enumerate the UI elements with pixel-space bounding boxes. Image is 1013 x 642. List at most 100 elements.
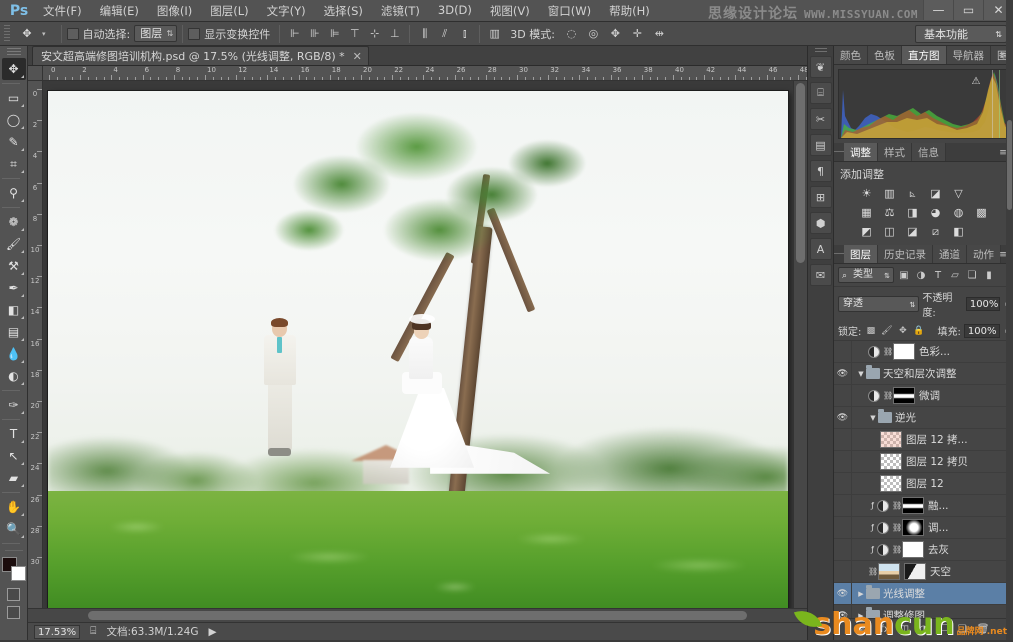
brush-presets-icon[interactable]: ❦ <box>809 56 832 78</box>
panel-tab-3[interactable]: 导航器 <box>946 46 991 64</box>
layers-scrollbar[interactable] <box>1006 0 1013 640</box>
align-bottom-icon[interactable]: ⊥ <box>385 24 404 43</box>
pen-tool-icon[interactable]: ✑ <box>2 394 26 416</box>
fx-icon[interactable]: ƒ <box>868 545 877 554</box>
paragraph-panel-icon[interactable]: ¶ <box>809 160 832 182</box>
link-mask-icon[interactable]: ⛓ <box>892 501 902 510</box>
histogram-warning-icon[interactable]: ⚠ <box>970 76 982 87</box>
spot-healing-brush-tool-icon[interactable]: ❁ <box>2 211 26 233</box>
lasso-tool-icon[interactable]: ◯ <box>2 109 26 131</box>
panel-tab-1[interactable]: 历史记录 <box>878 245 933 263</box>
brightness-contrast-icon[interactable]: ☀ <box>858 186 875 201</box>
fx-icon[interactable]: ƒ <box>868 501 877 510</box>
maximize-button[interactable]: ▭ <box>953 0 983 20</box>
3d-roll-icon[interactable]: ◎ <box>584 24 603 43</box>
auto-align-layers-icon[interactable]: ▥ <box>485 24 504 43</box>
panel-tab-0[interactable]: 图层 <box>844 245 878 263</box>
layer-filter-dropdown[interactable]: ⌕ 类型 ⇅ <box>838 267 894 283</box>
tools-panel-grip[interactable] <box>6 48 21 55</box>
panel-tab-0[interactable]: 调整 <box>844 143 878 161</box>
layer-row[interactable]: ⛓ 天空 <box>834 561 1013 583</box>
posterize-icon[interactable]: ◫ <box>881 224 898 239</box>
panel-tab-0[interactable]: 颜色 <box>834 46 868 64</box>
menu-item-10[interactable]: 帮助(H) <box>600 0 659 22</box>
rail-grip[interactable] <box>814 48 827 54</box>
path-selection-tool-icon[interactable]: ↖ <box>2 445 26 467</box>
close-icon[interactable]: ✕ <box>353 50 362 63</box>
chevron-down-icon[interactable]: ▼ <box>856 370 866 378</box>
layer-thumbnail[interactable] <box>893 387 915 404</box>
hue-saturation-icon[interactable]: ▦ <box>858 205 875 220</box>
link-mask-icon[interactable]: ⛓ <box>883 347 893 356</box>
filter-type-icon[interactable]: T <box>931 268 945 282</box>
align-left-icon[interactable]: ⊩ <box>285 24 304 43</box>
channel-mixer-icon[interactable]: ◍ <box>950 205 967 220</box>
link-mask-icon[interactable]: ⛓ <box>883 391 893 400</box>
panel-tab-2[interactable]: 直方图 <box>902 46 947 64</box>
menu-item-4[interactable]: 文字(Y) <box>258 0 315 22</box>
layer-thumbnail[interactable] <box>880 475 902 492</box>
menu-item-3[interactable]: 图层(L) <box>201 0 257 22</box>
menu-item-6[interactable]: 滤镜(T) <box>372 0 429 22</box>
filter-toggle-icon[interactable]: ▮ <box>982 268 996 282</box>
menu-item-7[interactable]: 3D(D) <box>429 0 481 22</box>
auto-select-scope-dropdown[interactable]: 图层 <box>134 25 178 42</box>
layer-visibility-icon[interactable] <box>834 561 852 582</box>
gradient-tool-icon[interactable]: ▤ <box>2 321 26 343</box>
histogram-graph[interactable]: ⚠ <box>838 69 1009 139</box>
layer-visibility-icon[interactable] <box>834 517 852 538</box>
status-menu-arrow-icon[interactable]: ▶ <box>208 626 216 638</box>
3d-rotate-icon[interactable]: ◌ <box>562 24 581 43</box>
auto-select-checkbox[interactable] <box>66 27 79 40</box>
layer-visibility-icon[interactable] <box>834 495 852 516</box>
layer-row[interactable]: ⛓ 色彩... <box>834 341 1013 363</box>
eraser-tool-icon[interactable]: ◧ <box>2 299 26 321</box>
3d-drag-icon[interactable]: ✥ <box>606 24 625 43</box>
panel-tab-grip[interactable] <box>834 143 844 161</box>
adjustments-mini-icon[interactable]: ✂ <box>809 108 832 130</box>
3d-slide-icon[interactable]: ✛ <box>628 24 647 43</box>
align-top-icon[interactable]: ⊤ <box>345 24 364 43</box>
color-swatches[interactable] <box>1 557 27 583</box>
layer-row[interactable]: 图层 12 拷... <box>834 429 1013 451</box>
layer-row[interactable]: 图层 12 <box>834 473 1013 495</box>
layer-visibility-icon[interactable] <box>834 473 852 494</box>
filter-pixel-icon[interactable]: ▣ <box>897 268 911 282</box>
filter-adjustment-icon[interactable]: ◑ <box>914 268 928 282</box>
horizontal-ruler[interactable]: 0 2 4 6 8 10 12 14 16 18 20 22 24 26 28 30 32 34 36 38 40 42 4… <box>43 66 807 81</box>
fill-field[interactable]: 100% <box>963 323 1001 338</box>
vibrance-icon[interactable]: ▽ <box>950 186 967 201</box>
menu-item-2[interactable]: 图像(I) <box>148 0 201 22</box>
brush-tool-icon[interactable]: 🖌 <box>2 233 26 255</box>
lock-all-icon[interactable]: 🔒 <box>912 324 925 337</box>
workspace-dropdown[interactable]: 基本功能 <box>915 25 1007 43</box>
layer-thumbnail[interactable] <box>880 431 902 448</box>
shape-tool-icon[interactable]: ▰ <box>2 467 26 489</box>
layer-thumbnail[interactable] <box>893 343 915 360</box>
dodge-tool-icon[interactable]: ◐ <box>2 365 26 387</box>
menu-item-5[interactable]: 选择(S) <box>315 0 372 22</box>
lock-transparency-icon[interactable]: ▩ <box>864 324 877 337</box>
panel-tab-2[interactable]: 信息 <box>912 143 946 161</box>
eyedropper-tool-icon[interactable]: ⚲ <box>2 182 26 204</box>
show-transform-checkbox[interactable] <box>188 27 201 40</box>
fx-icon[interactable]: ƒ <box>868 523 877 532</box>
align-right-icon[interactable]: ⊫ <box>325 24 344 43</box>
document-tab[interactable]: 安文超高端修图培训机构.psd @ 17.5% (光线调整, RGB/8) * … <box>32 46 369 65</box>
link-mask-icon[interactable]: ⛓ <box>892 523 902 532</box>
layer-thumbnail[interactable] <box>878 563 900 580</box>
distribute-bottom-icon[interactable]: ⫾ <box>455 24 474 43</box>
panel-tab-grip[interactable] <box>834 245 844 263</box>
filter-shape-icon[interactable]: ▱ <box>948 268 962 282</box>
invert-icon[interactable]: ◩ <box>858 224 875 239</box>
ruler-corner[interactable] <box>28 66 43 81</box>
zoom-tool-icon[interactable]: 🔍 <box>2 518 26 540</box>
gradient-map-icon[interactable]: ⧄ <box>927 224 944 239</box>
vertical-ruler[interactable]: 0 2 4 6 8 10 12 14 16 18 20 22 24 26 28 30 <box>28 81 43 608</box>
filter-smart-object-icon[interactable]: ❏ <box>965 268 979 282</box>
chevron-right-icon[interactable]: ▶ <box>856 590 866 598</box>
color-balance-icon[interactable]: ⚖ <box>881 205 898 220</box>
minimize-button[interactable]: — <box>923 0 953 20</box>
lock-image-icon[interactable]: 🖌 <box>880 324 893 337</box>
layer-row[interactable]: 👁 ▼ 天空和层次调整 <box>834 363 1013 385</box>
